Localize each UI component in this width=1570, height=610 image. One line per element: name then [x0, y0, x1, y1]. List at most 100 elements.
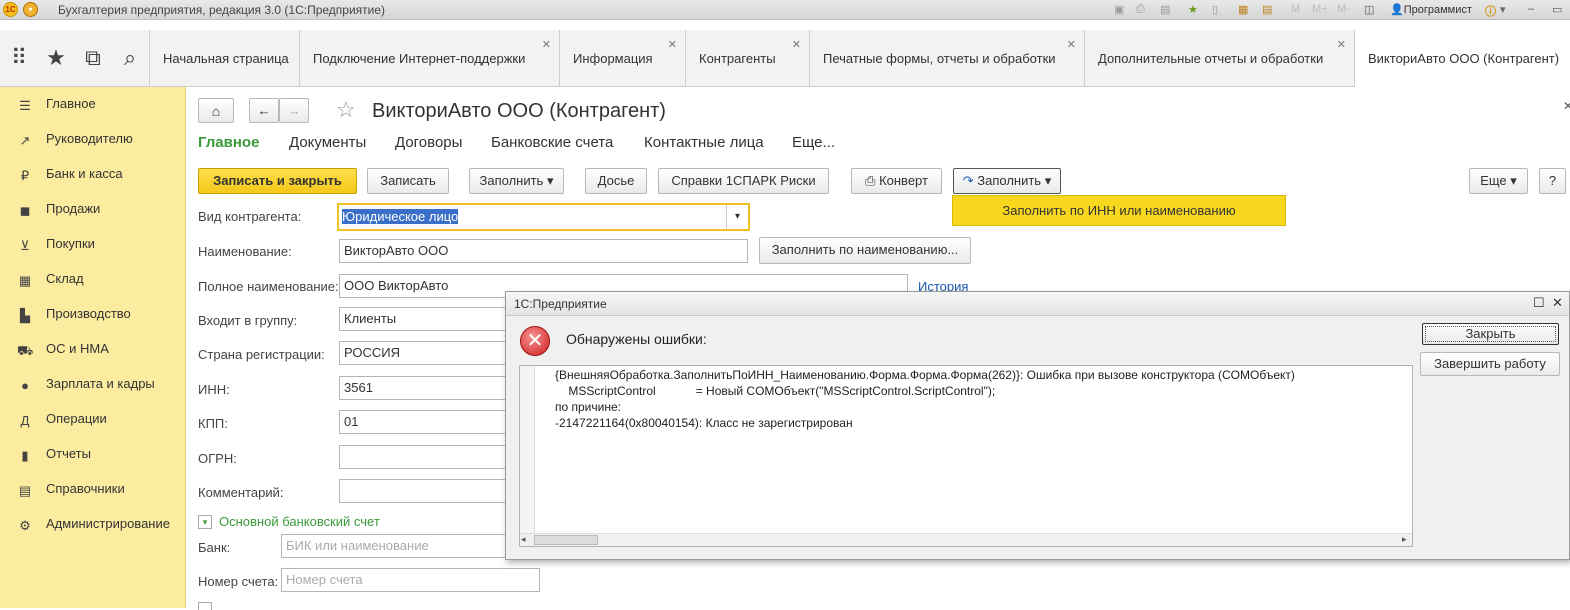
- kpp-input[interactable]: 01: [339, 410, 519, 434]
- fill-button[interactable]: Заполнить ▾: [469, 168, 564, 194]
- star-icon[interactable]: ★: [43, 45, 69, 71]
- search-icon[interactable]: ⌕: [117, 45, 143, 71]
- chevron-down-icon[interactable]: ▾: [198, 515, 212, 529]
- user-name[interactable]: 👤Программист: [1390, 3, 1472, 16]
- comment-input[interactable]: [339, 479, 519, 503]
- info-dropdown-icon[interactable]: ▾: [1500, 3, 1506, 16]
- fill-by-name-button[interactable]: Заполнить по наименованию...: [759, 237, 971, 264]
- home-button[interactable]: ⌂: [198, 98, 234, 123]
- calendar-icon[interactable]: ▤: [1262, 3, 1272, 16]
- form-title: ВикториАвто ООО (Контрагент): [372, 100, 666, 122]
- account-input[interactable]: Номер счета: [281, 568, 540, 592]
- group-input[interactable]: Клиенты: [339, 307, 519, 331]
- history-icon[interactable]: ⧉: [80, 45, 106, 71]
- tab-counterparties[interactable]: Контрагенты ✕: [686, 30, 810, 87]
- name-input[interactable]: ВикторАвто ООО: [339, 239, 748, 263]
- help-button[interactable]: ?: [1539, 168, 1566, 194]
- horizontal-scrollbar[interactable]: ◂ ▸: [520, 533, 1412, 546]
- link-icon[interactable]: ▯: [1212, 3, 1218, 16]
- close-icon[interactable]: ✕: [1067, 17, 1076, 74]
- sidebar-item-bank[interactable]: ₽ Банк и касса: [17, 166, 123, 186]
- full-name-label: Полное наименование:: [198, 279, 339, 294]
- nav-documents[interactable]: Документы: [289, 134, 366, 151]
- dropdown-fill-by-inn[interactable]: Заполнить по ИНН или наименованию: [952, 195, 1286, 226]
- form-close-icon[interactable]: ✕: [1563, 99, 1570, 113]
- tab-internet-support[interactable]: Подключение Интернет-поддержки ✕: [300, 30, 560, 87]
- tab-counterparty-form[interactable]: ВикториАвто ООО (Контрагент): [1355, 30, 1570, 87]
- memory-icon[interactable]: M: [1291, 3, 1300, 15]
- preview-icon[interactable]: ▤: [1160, 3, 1170, 16]
- nav-contracts[interactable]: Договоры: [395, 134, 462, 151]
- favorites-icon[interactable]: ★: [1188, 3, 1198, 16]
- type-select[interactable]: Юридическое лицо ▾: [337, 203, 750, 231]
- fill-additional-button[interactable]: ↷ Заполнить ▾: [953, 168, 1061, 194]
- memory-plus-icon[interactable]: M+: [1312, 3, 1328, 15]
- close-icon[interactable]: ✕: [1337, 17, 1346, 74]
- line-gutter: [520, 366, 535, 546]
- close-icon[interactable]: ✕: [668, 17, 677, 74]
- nav-bank-accounts[interactable]: Банковские счета: [491, 134, 613, 151]
- close-icon[interactable]: ✕: [542, 17, 551, 74]
- exit-button[interactable]: Завершить работу: [1420, 352, 1560, 376]
- save-button[interactable]: Записать: [367, 168, 449, 194]
- close-icon[interactable]: ✕: [792, 17, 801, 74]
- tab-print-forms[interactable]: Печатные формы, отчеты и обработки ✕: [810, 30, 1085, 87]
- envelope-button[interactable]: ⎙ Конверт: [851, 168, 942, 194]
- sidebar-item-sales[interactable]: ◼ Продажи: [17, 201, 101, 221]
- bank-input[interactable]: БИК или наименование: [281, 534, 521, 558]
- restore-icon[interactable]: ▭: [1552, 3, 1562, 16]
- tab-info[interactable]: Информация ✕: [560, 30, 686, 87]
- sidebar-item-production[interactable]: ▙ Производство: [17, 306, 131, 326]
- spark-button[interactable]: Справки 1СПАРК Риски: [658, 168, 829, 194]
- cart-icon: ⊻: [20, 237, 30, 253]
- sidebar-item-salary[interactable]: ● Зарплата и кадры: [17, 376, 155, 396]
- minimize-icon[interactable]: –: [1528, 3, 1534, 15]
- bank-label: Банк:: [198, 540, 231, 555]
- panels-icon[interactable]: ◫: [1364, 3, 1374, 16]
- close-button[interactable]: Закрыть: [1422, 323, 1559, 345]
- checkbox[interactable]: [198, 602, 212, 610]
- maximize-icon[interactable]: ☐: [1533, 295, 1545, 311]
- scroll-thumb[interactable]: [534, 535, 598, 545]
- favorite-star-icon[interactable]: ☆: [336, 97, 356, 123]
- sidebar-item-assets[interactable]: ⛟ ОС и НМА: [17, 341, 109, 361]
- sidebar-item-reports[interactable]: ▮ Отчеты: [17, 446, 91, 466]
- bank-section-title[interactable]: Основной банковский счет: [219, 514, 380, 529]
- apps-grid-icon[interactable]: ⠿: [6, 45, 32, 71]
- calculator-icon[interactable]: ▦: [1238, 3, 1248, 16]
- sidebar-item-manager[interactable]: ↗ Руководителю: [17, 131, 133, 151]
- country-input[interactable]: РОССИЯ: [339, 341, 519, 365]
- sidebar-item-main[interactable]: ☰ Главное: [17, 96, 96, 116]
- error-dialog: 1С:Предприятие ☐ ✕ ✕ Обнаружены ошибки: …: [505, 291, 1570, 560]
- forward-button[interactable]: →: [279, 98, 309, 123]
- tab-additional-reports[interactable]: Дополнительные отчеты и обработки ✕: [1085, 30, 1355, 87]
- main-menu-icon[interactable]: ▾: [23, 2, 38, 17]
- back-button[interactable]: ←: [249, 98, 279, 123]
- info-icon[interactable]: ⓘ: [1485, 3, 1496, 19]
- close-icon[interactable]: ✕: [1552, 295, 1563, 311]
- error-line: -2147221164(0x80040154): Класс не зареги…: [555, 416, 853, 430]
- scroll-left-icon[interactable]: ◂: [521, 534, 526, 545]
- save-icon[interactable]: ▣: [1114, 3, 1124, 16]
- sidebar-item-references[interactable]: ▤ Справочники: [17, 481, 125, 501]
- dossier-button[interactable]: Досье: [585, 168, 647, 194]
- memory-minus-icon[interactable]: M-: [1337, 3, 1350, 15]
- tab-home[interactable]: Начальная страница: [149, 30, 300, 87]
- sidebar-item-admin[interactable]: ⚙ Администрирование: [17, 516, 170, 536]
- sidebar-item-operations[interactable]: Д Операции: [17, 411, 107, 431]
- ogrn-input[interactable]: [339, 445, 519, 469]
- more-button[interactable]: Еще ▾: [1469, 168, 1528, 194]
- scroll-right-icon[interactable]: ▸: [1402, 534, 1407, 545]
- error-message-box[interactable]: {ВнешняяОбработка.ЗаполнитьПоИНН_Наимено…: [519, 365, 1413, 547]
- arrow-left-icon: ←: [257, 103, 271, 118]
- inn-input[interactable]: 3561: [339, 376, 519, 400]
- nav-main[interactable]: Главное: [198, 134, 259, 151]
- chevron-down-icon[interactable]: ▾: [726, 205, 748, 229]
- sidebar-item-warehouse[interactable]: ▦ Склад: [17, 271, 84, 291]
- nav-more[interactable]: Еще...: [792, 134, 835, 151]
- nav-contacts[interactable]: Контактные лица: [644, 134, 764, 151]
- dialog-heading: Обнаружены ошибки:: [566, 331, 707, 347]
- print-icon[interactable]: ⎙: [1136, 3, 1145, 16]
- save-close-button[interactable]: Записать и закрыть: [198, 168, 357, 194]
- sidebar-item-purchases[interactable]: ⊻ Покупки: [17, 236, 95, 256]
